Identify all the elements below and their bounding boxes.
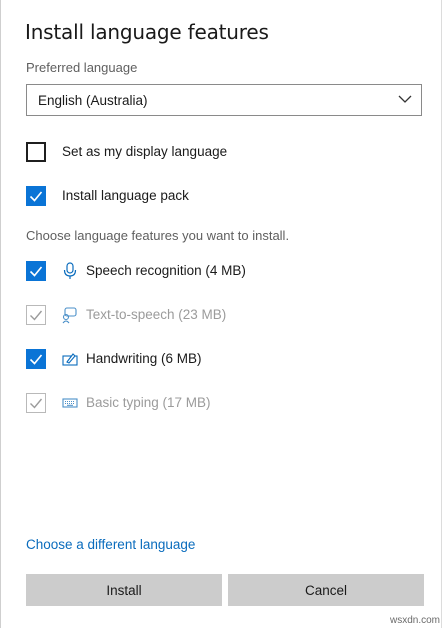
selected-language-value: English (Australia) <box>38 93 148 108</box>
watermark-text: wsxdn.com <box>389 615 440 626</box>
handwriting-icon <box>62 353 78 366</box>
language-pack-checkbox[interactable] <box>26 186 46 206</box>
checkmark-icon <box>29 191 43 202</box>
checkmark-icon <box>30 398 43 409</box>
text-to-speech-label: Text-to-speech (23 MB) <box>86 307 227 322</box>
install-button[interactable]: Install <box>26 574 222 606</box>
cancel-button[interactable]: Cancel <box>228 574 424 606</box>
preferred-language-select[interactable]: English (Australia) <box>26 84 422 116</box>
display-language-checkbox[interactable] <box>26 142 46 162</box>
window-right-border <box>441 0 442 628</box>
preferred-language-label: Preferred language <box>26 60 138 75</box>
text-to-speech-checkbox <box>26 305 46 325</box>
features-hint: Choose language features you want to ins… <box>26 228 290 243</box>
checkmark-icon <box>29 354 43 365</box>
keyboard-icon <box>62 398 78 408</box>
choose-different-language-link[interactable]: Choose a different language <box>26 537 195 552</box>
window-left-border <box>0 0 1 628</box>
display-language-label: Set as my display language <box>62 144 228 159</box>
speech-bubble-icon <box>62 307 77 324</box>
dialog-title: Install language features <box>25 20 269 44</box>
basic-typing-label: Basic typing (17 MB) <box>86 395 211 410</box>
checkmark-icon <box>30 310 43 321</box>
language-pack-label: Install language pack <box>62 188 189 203</box>
speech-recognition-label: Speech recognition (4 MB) <box>86 263 246 278</box>
chevron-down-icon <box>398 95 412 103</box>
checkmark-icon <box>29 266 43 277</box>
microphone-icon <box>63 262 77 279</box>
handwriting-checkbox[interactable] <box>26 349 46 369</box>
speech-recognition-checkbox[interactable] <box>26 261 46 281</box>
handwriting-label: Handwriting (6 MB) <box>86 351 202 366</box>
basic-typing-checkbox <box>26 393 46 413</box>
